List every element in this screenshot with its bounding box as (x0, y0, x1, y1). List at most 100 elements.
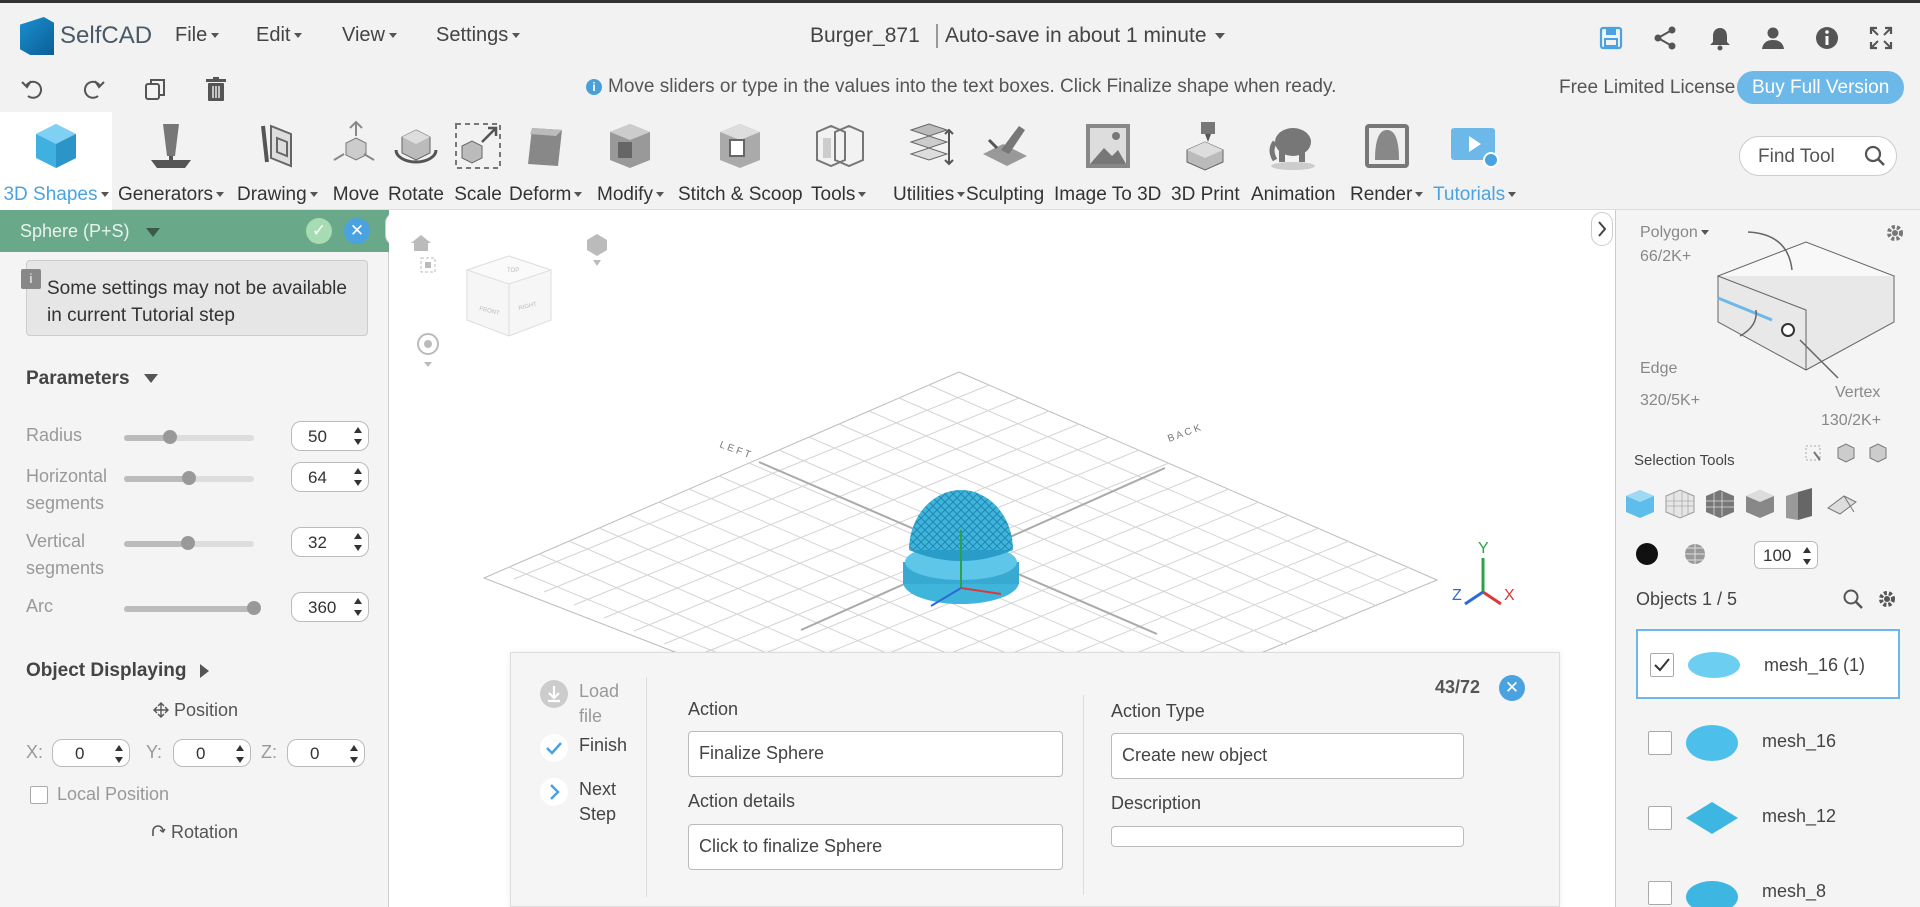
color-swatch-black[interactable] (1636, 543, 1658, 565)
objects-settings-gear-icon[interactable] (1876, 588, 1898, 610)
object-checkbox[interactable] (1648, 881, 1672, 905)
delete-trash-icon[interactable] (203, 76, 229, 102)
tool-deform[interactable]: Deform (509, 120, 582, 206)
pos-z-input[interactable]: 0 (287, 739, 365, 767)
stepper-icon[interactable] (236, 745, 244, 763)
buy-full-version-button[interactable]: Buy Full Version (1737, 71, 1905, 104)
search-objects-icon[interactable] (1842, 588, 1864, 610)
object-list-item[interactable]: mesh_12 (1636, 782, 1900, 852)
close-tutorial-button[interactable]: ✕ (1499, 675, 1525, 701)
tool-drawing[interactable]: Drawing (237, 120, 318, 206)
object-checkbox[interactable] (1648, 731, 1672, 755)
settings-gear-icon[interactable] (1884, 222, 1906, 244)
perspective-icon[interactable] (587, 234, 607, 266)
texture-sphere-icon[interactable] (1684, 543, 1706, 565)
vertical-segments-input[interactable]: 32 (291, 527, 369, 557)
notification-bell-icon[interactable] (1707, 25, 1733, 51)
pos-x-input[interactable]: 0 (52, 739, 130, 767)
slider-knob[interactable] (162, 430, 177, 444)
stepper-icon[interactable] (115, 745, 123, 763)
tool-3d-print[interactable]: 3D Print (1171, 120, 1240, 206)
search-icon[interactable] (1864, 145, 1886, 167)
tool-rotate[interactable]: Rotate (388, 120, 444, 206)
menu-edit[interactable]: Edit (256, 24, 302, 47)
tool-3d-shapes[interactable]: 3D Shapes (0, 112, 112, 210)
stepper-icon[interactable] (354, 427, 362, 445)
vertical-segments-slider[interactable] (124, 536, 254, 550)
menu-settings[interactable]: Settings (436, 24, 520, 47)
radius-slider[interactable] (124, 430, 254, 444)
horizontal-segments-input[interactable]: 64 (291, 462, 369, 492)
next-step-chevron-icon[interactable] (539, 777, 569, 807)
tool-move[interactable]: Move (330, 120, 382, 206)
redo-icon[interactable] (80, 76, 106, 102)
slider-knob[interactable] (182, 471, 196, 485)
stepper-icon[interactable] (354, 468, 362, 486)
tool-render[interactable]: Render (1350, 120, 1423, 206)
tool-tools[interactable]: Tools (811, 120, 866, 206)
selection-mode-icons[interactable] (1804, 442, 1904, 466)
find-tool-placeholder: Find Tool (1758, 146, 1835, 167)
share-icon[interactable] (1652, 25, 1678, 51)
slider-knob[interactable] (180, 536, 195, 550)
info-icon[interactable] (1814, 25, 1840, 51)
object-list-item[interactable]: mesh_8 (1636, 857, 1900, 907)
finish-step[interactable]: Finish (579, 733, 627, 758)
stepper-icon[interactable] (354, 598, 362, 616)
collapse-right-panel-button[interactable] (1591, 212, 1613, 246)
tool-generators[interactable]: Generators (118, 120, 224, 206)
opacity-input[interactable]: 100 (1754, 541, 1818, 569)
cancel-shape-button[interactable]: ✕ (344, 218, 370, 244)
param-label-horizontal: Horizontal segments (26, 466, 108, 513)
object-list-item[interactable]: mesh_16 (1) (1636, 629, 1900, 699)
move-arrows-icon (153, 702, 169, 718)
view-cube[interactable]: TOP FRONT RIGHT (465, 255, 553, 337)
finalize-check-button[interactable]: ✓ (306, 218, 332, 244)
camera-orbit-icon[interactable] (417, 333, 439, 367)
horizontal-segments-slider[interactable] (124, 471, 254, 485)
parameters-section[interactable]: Parameters (26, 368, 158, 390)
local-position-checkbox[interactable] (30, 786, 48, 804)
fullscreen-icon[interactable] (1868, 25, 1894, 51)
tool-image-to-3d[interactable]: Image To 3D (1054, 120, 1161, 206)
radius-input[interactable]: 50 (291, 421, 369, 451)
load-file-icon[interactable] (539, 679, 569, 709)
user-account-icon[interactable] (1760, 25, 1786, 51)
next-step-button[interactable]: Next Step (579, 777, 639, 827)
tool-sculpting[interactable]: Sculpting (966, 120, 1044, 206)
object-checkbox-checked[interactable] (1650, 653, 1674, 677)
tool-utilities[interactable]: Utilities (893, 120, 965, 206)
arc-slider[interactable] (124, 601, 261, 615)
menu-view[interactable]: View (342, 24, 397, 47)
menu-file[interactable]: File (175, 24, 219, 47)
panel-header: Sphere (P+S) ✓ ✕ (0, 210, 389, 252)
object-list-item[interactable]: mesh_16 (1636, 707, 1900, 777)
stepper-icon[interactable] (350, 745, 358, 763)
stepper-icon[interactable] (1803, 547, 1811, 565)
finish-check-icon[interactable] (539, 733, 569, 763)
home-view-icon[interactable] (411, 235, 431, 251)
copy-icon[interactable] (142, 76, 168, 102)
load-file-step[interactable]: Load file (579, 679, 639, 729)
save-icon[interactable] (1598, 25, 1624, 51)
object-displaying-section[interactable]: Object Displaying (26, 660, 210, 682)
slider-knob[interactable] (247, 601, 261, 615)
tool-modify[interactable]: Modify (597, 120, 664, 206)
document-name[interactable]: Burger_871 (810, 24, 920, 48)
tool-animation[interactable]: Animation (1251, 120, 1336, 206)
selfcad-logo[interactable]: SelfCAD (20, 17, 152, 55)
tool-stitch-scoop[interactable]: Stitch & Scoop (678, 120, 803, 206)
panel-dropdown-icon[interactable] (145, 227, 160, 237)
polygon-mode-dropdown[interactable]: Polygon (1640, 224, 1709, 242)
stepper-icon[interactable] (354, 533, 362, 551)
object-checkbox[interactable] (1648, 806, 1672, 830)
autosave-status[interactable]: Auto-save in about 1 minute (936, 24, 1225, 48)
tool-scale[interactable]: Scale (452, 120, 504, 206)
arc-input[interactable]: 360 (291, 592, 369, 622)
tool-tutorials[interactable]: Tutorials (1433, 120, 1516, 206)
fit-view-icon[interactable] (420, 257, 436, 273)
selection-shape-tools[interactable] (1622, 486, 1918, 522)
undo-icon[interactable] (20, 76, 46, 102)
find-tool-search[interactable]: Find Tool (1739, 136, 1897, 176)
pos-y-input[interactable]: 0 (173, 739, 251, 767)
